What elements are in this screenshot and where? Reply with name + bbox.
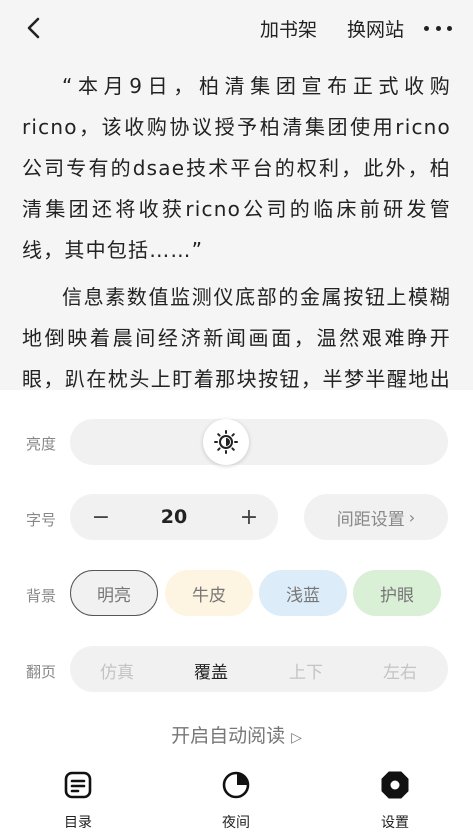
settings-panel: 亮度 字号 − 20 + 间距设置 › 背景 明亮 牛皮 浅蓝 护眼 翻页 仿真… [0,390,473,840]
font-increase-button[interactable]: + [226,494,272,540]
background-label: 背景 [26,587,57,605]
nav-toc[interactable]: 目录 [43,770,113,832]
page-turn-label: 翻页 [26,663,57,681]
nav-toc-label: 目录 [64,815,92,831]
brightness-slider-handle[interactable] [203,419,249,465]
moon-icon [222,771,250,799]
page-mode-simulation[interactable]: 仿真 [87,658,147,683]
page-mode-cover[interactable]: 覆盖 [181,658,241,683]
brightness-label: 亮度 [26,435,57,453]
auto-read-button[interactable]: 开启自动阅读 ▷ [0,721,473,748]
add-to-shelf-button[interactable]: 加书架 [260,15,317,42]
chevron-left-icon [27,17,40,39]
bg-option-kraft[interactable]: 牛皮 [165,570,253,616]
toc-icon [64,771,92,799]
nav-night[interactable]: 夜间 [201,770,271,832]
font-size-value: 20 [160,506,188,528]
bg-option-eye-care[interactable]: 护眼 [353,570,441,616]
more-dot [447,25,452,31]
change-site-button[interactable]: 换网站 [347,15,404,42]
chevron-right-icon: › [408,507,416,527]
font-size-label: 字号 [26,511,57,529]
page-mode-horizontal[interactable]: 左右 [370,658,430,683]
spacing-settings-label: 间距设置 [336,509,405,530]
more-dot [424,25,429,31]
bg-option-bright[interactable]: 明亮 [70,570,158,616]
font-decrease-button[interactable]: − [78,494,124,540]
reading-content[interactable]: “本月9日，柏清集团宣布正式收购ricno，该收购协议授予柏清集团使用ricno… [0,56,473,432]
font-size-stepper: − 20 + [70,494,278,540]
spacing-settings-button[interactable]: 间距设置 › [304,494,448,540]
back-button[interactable] [18,12,50,44]
bg-option-light-blue[interactable]: 浅蓝 [259,570,347,616]
nav-night-label: 夜间 [222,815,250,831]
play-icon: ▷ [291,730,302,746]
more-dot [435,25,441,31]
nav-settings[interactable]: 设置 [360,770,430,832]
auto-read-label: 开启自动阅读 [171,725,286,747]
more-options-button[interactable] [424,16,452,40]
top-bar: 加书架 换网站 [0,0,473,56]
page-turn-selector: 仿真 覆盖 上下 左右 [70,646,448,692]
sun-icon [214,430,238,454]
page-mode-vertical[interactable]: 上下 [276,658,336,683]
nav-settings-label: 设置 [381,815,409,831]
brightness-slider[interactable] [70,419,448,465]
paragraph: “本月9日，柏清集团宣布正式收购ricno，该收购协议授予柏清集团使用ricno… [22,74,451,262]
settings-icon [381,771,409,799]
